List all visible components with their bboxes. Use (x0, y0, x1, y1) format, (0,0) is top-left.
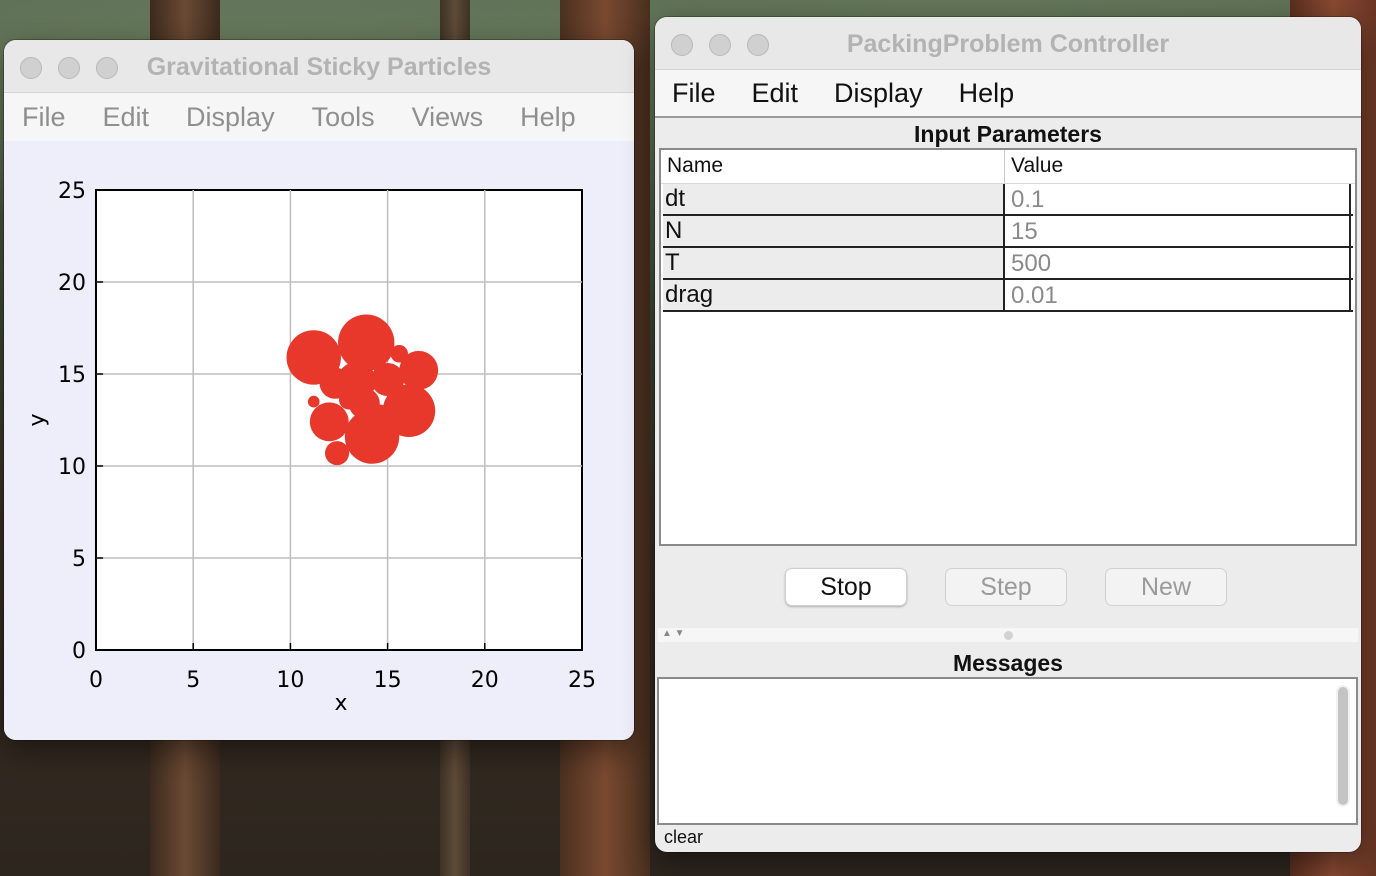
scrollbar-thumb[interactable] (1338, 687, 1348, 805)
menu-tools[interactable]: Tools (312, 102, 375, 133)
param-name: drag (663, 280, 1005, 310)
x-tick-label: 5 (186, 668, 200, 693)
x-tick-label: 20 (471, 668, 499, 693)
particle (325, 441, 350, 466)
column-header-name[interactable]: Name (661, 150, 1005, 183)
menu-bar: File Edit Display Tools Views Help (4, 93, 634, 142)
menu-edit[interactable]: Edit (103, 102, 150, 133)
particle (339, 390, 359, 410)
menu-file[interactable]: File (672, 78, 716, 109)
menu-help[interactable]: Help (520, 102, 576, 133)
particle (390, 345, 409, 363)
particle (307, 395, 320, 408)
x-tick-label: 10 (276, 668, 304, 693)
param-name: N (663, 216, 1005, 246)
y-tick-label: 10 (58, 455, 86, 480)
new-button[interactable]: New (1105, 568, 1227, 606)
column-header-value[interactable]: Value (1005, 150, 1351, 183)
collapse-arrows-icon[interactable]: ▲ ▼ (662, 628, 685, 639)
table-header: Name Value (661, 150, 1355, 184)
messages-scrollbar[interactable] (1336, 685, 1350, 807)
y-axis-label: y (25, 413, 50, 426)
x-axis-label: x (334, 691, 347, 716)
table-row: T 500 (663, 248, 1353, 280)
particles-window: Gravitational Sticky Particles File Edit… (4, 40, 634, 740)
input-parameters-title: Input Parameters (914, 121, 1102, 147)
menu-display[interactable]: Display (834, 78, 923, 109)
param-name: T (663, 248, 1005, 278)
window-title: Gravitational Sticky Particles (146, 53, 492, 81)
plot-panel[interactable]: 0 5 10 15 20 25 0 5 10 15 20 25 x y (4, 141, 634, 740)
split-pane-divider[interactable]: ▲ ▼ (658, 628, 1358, 642)
particle (366, 404, 394, 432)
y-tick-label: 20 (58, 271, 86, 296)
table-row: drag 0.01 (663, 280, 1353, 312)
menu-views[interactable]: Views (412, 102, 484, 133)
stop-button[interactable]: Stop (785, 568, 907, 606)
y-tick-label: 15 (58, 363, 86, 388)
y-tick-label: 25 (58, 179, 86, 204)
menu-display[interactable]: Display (186, 102, 275, 133)
menu-bar: File Edit Display Help (655, 70, 1361, 118)
particle (309, 402, 349, 442)
table-row: dt 0.1 (663, 184, 1353, 216)
control-buttons: Stop Step New (655, 568, 1361, 608)
x-tick-label: 25 (568, 668, 596, 693)
step-button[interactable]: Step (945, 568, 1067, 606)
y-tick-label: 5 (72, 547, 86, 572)
window-title: PackingProblem Controller (846, 30, 1170, 58)
clear-link[interactable]: clear (664, 827, 703, 848)
param-value[interactable]: 15 (1005, 216, 1351, 246)
menu-help[interactable]: Help (959, 78, 1015, 109)
particle-plot[interactable]: 0 5 10 15 20 25 0 5 10 15 20 25 x y (4, 141, 634, 740)
particle (338, 314, 395, 371)
messages-area[interactable] (657, 677, 1358, 825)
window-titlebar[interactable]: Gravitational Sticky Particles (4, 40, 634, 93)
menu-file[interactable]: File (22, 102, 66, 133)
menu-edit[interactable]: Edit (752, 78, 799, 109)
y-tick-label: 0 (72, 639, 86, 664)
parameters-table: Name Value dt 0.1 N 15 T 500 drag 0.01 (659, 148, 1357, 546)
param-name: dt (663, 184, 1005, 214)
table-row: N 15 (663, 216, 1353, 248)
param-value[interactable]: 0.1 (1005, 184, 1351, 214)
param-value[interactable]: 0.01 (1005, 280, 1351, 310)
x-tick-label: 15 (374, 668, 402, 693)
window-titlebar[interactable]: PackingProblem Controller (655, 17, 1361, 70)
x-tick-label: 0 (89, 668, 103, 693)
controller-window: PackingProblem Controller File Edit Disp… (655, 17, 1361, 852)
param-value[interactable]: 500 (1005, 248, 1351, 278)
divider-grip-icon[interactable] (1004, 631, 1013, 640)
messages-title: Messages (953, 650, 1063, 676)
